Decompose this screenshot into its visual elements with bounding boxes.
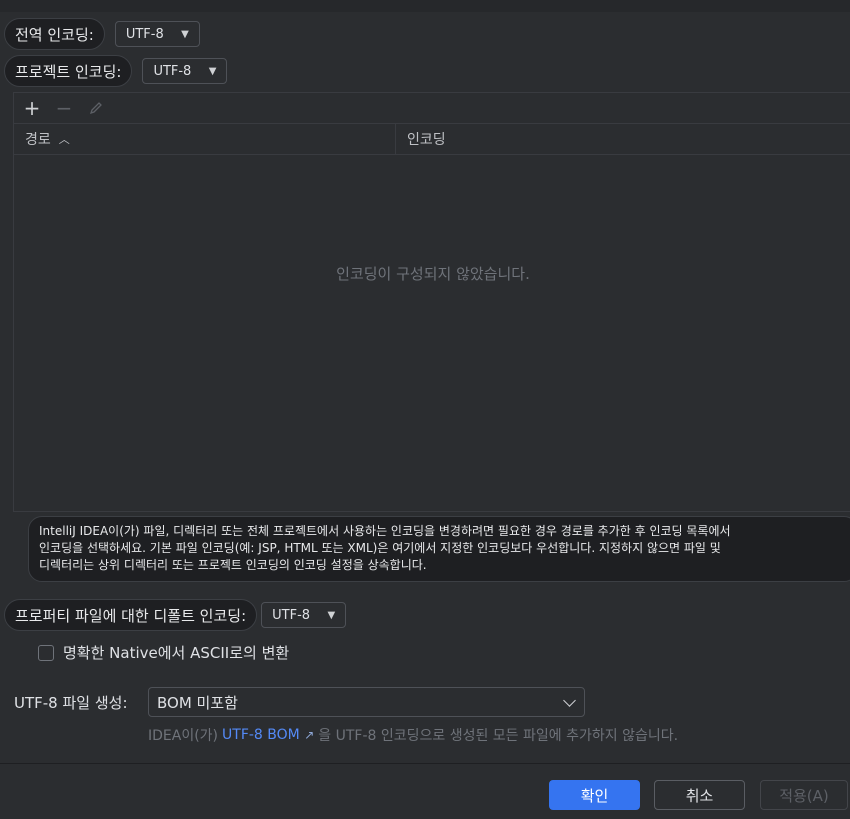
properties-encoding-select[interactable]: UTF-8 ▼ — [261, 602, 347, 628]
table-toolbar: + − — [14, 93, 850, 124]
encoding-column-header[interactable]: 인코딩 — [396, 124, 446, 154]
encoding-help-note: IntelliJ IDEA이(가) 파일, 디렉터리 또는 전체 프로젝트에서 … — [28, 516, 850, 582]
ok-button[interactable]: 확인 — [549, 780, 640, 810]
external-link-icon: ↗ — [304, 728, 315, 742]
dropdown-arrow-icon: ▼ — [181, 28, 189, 40]
apply-button[interactable]: 적용(A) — [760, 780, 848, 810]
chevron-down-icon — [563, 693, 576, 707]
native-ascii-label: 명확한 Native에서 ASCII로의 변환 — [63, 644, 290, 662]
global-encoding-row: 전역 인코딩: UTF-8 ▼ — [4, 18, 200, 50]
bom-hint: IDEA이(가) UTF-8 BOM ↗ 을 UTF-8 인코딩으로 생성된 모… — [148, 725, 678, 745]
bom-hint-prefix: IDEA이(가) — [148, 728, 219, 744]
global-encoding-select[interactable]: UTF-8 ▼ — [114, 21, 200, 47]
dropdown-arrow-icon: ▼ — [208, 65, 217, 77]
project-encoding-label: 프로젝트 인코딩: — [4, 55, 133, 87]
utf8-bom-link-text: UTF-8 BOM — [222, 727, 300, 743]
note-line-2: 인코딩을 선택하세요. 기본 파일 인코딩(예: JSP, HTML 또는 XM… — [39, 541, 721, 555]
cancel-button[interactable]: 취소 — [654, 780, 745, 810]
path-column-header[interactable]: 경로 ︿ — [14, 124, 396, 154]
utf8-bom-link[interactable]: UTF-8 BOM ↗ — [222, 727, 314, 743]
path-column-label: 경로 — [25, 132, 51, 148]
note-line-1: IntelliJ IDEA이(가) 파일, 디렉터리 또는 전체 프로젝트에서 … — [39, 524, 731, 538]
dropdown-arrow-icon: ▼ — [327, 609, 336, 621]
properties-encoding-row: 프로퍼티 파일에 대한 디폴트 인코딩: UTF-8 ▼ — [4, 599, 347, 631]
properties-encoding-value: UTF-8 — [272, 607, 311, 623]
native-ascii-checkbox[interactable] — [38, 644, 54, 661]
plus-icon[interactable]: + — [22, 98, 42, 118]
bom-select[interactable]: BOM 미포함 — [148, 687, 585, 717]
table-header: 경로 ︿ 인코딩 — [14, 124, 850, 155]
global-encoding-label: 전역 인코딩: — [4, 18, 105, 50]
native-ascii-option[interactable]: 명확한 Native에서 ASCII로의 변환 — [38, 642, 289, 663]
properties-encoding-label: 프로퍼티 파일에 대한 디폴트 인코딩: — [4, 599, 258, 631]
encoding-column-label: 인코딩 — [407, 132, 446, 148]
bom-value: BOM 미포함 — [157, 693, 238, 712]
minus-icon[interactable]: − — [54, 98, 74, 118]
project-encoding-select[interactable]: UTF-8 ▼ — [142, 58, 228, 84]
empty-table-text: 인코딩이 구성되지 않았습니다. — [336, 265, 530, 283]
pencil-icon[interactable] — [86, 98, 106, 118]
bom-hint-suffix: 을 UTF-8 인코딩으로 생성된 모든 파일에 추가하지 않습니다. — [318, 728, 679, 744]
chevron-up-icon: ︿ — [58, 133, 70, 146]
bom-label: UTF-8 파일 생성: — [14, 694, 128, 712]
global-encoding-value: UTF-8 — [125, 26, 164, 42]
project-encoding-row: 프로젝트 인코딩: UTF-8 ▼ — [4, 55, 228, 87]
encoding-mappings-panel: + − 경로 ︿ 인코딩 인코딩이 구성되지 않았습니다. — [13, 92, 850, 512]
project-encoding-value: UTF-8 — [153, 63, 192, 79]
note-line-3: 디렉터리는 상위 디렉터리 또는 프로젝트 인코딩의 인코딩 설정을 상속합니다… — [39, 558, 427, 572]
dialog-footer: 확인 취소 적용(A) — [0, 763, 850, 819]
title-strip — [0, 0, 850, 12]
